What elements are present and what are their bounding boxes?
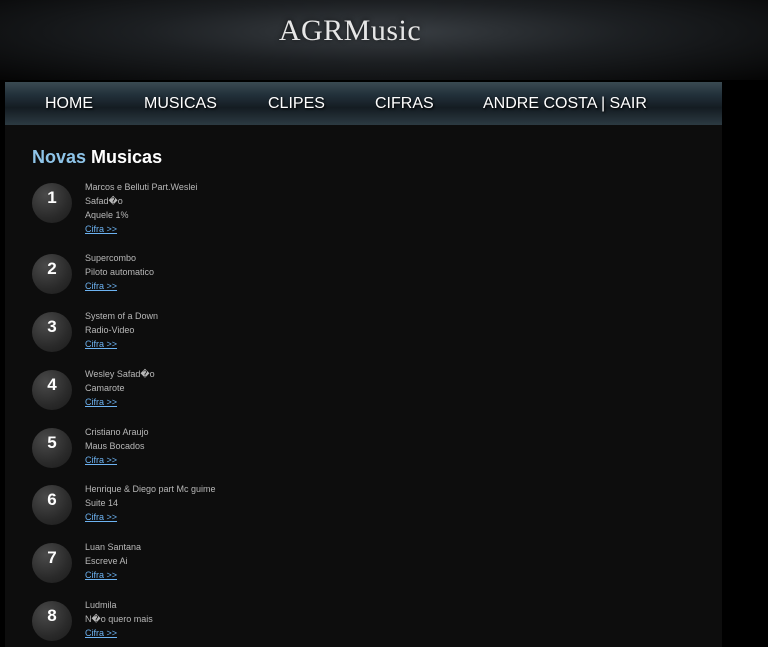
rank-badge: 4 [32, 370, 72, 410]
song-line: Suite 14 [85, 498, 119, 508]
section-title-musicas: Musicas [91, 147, 163, 167]
song-line: Ludmila [85, 600, 117, 610]
song-line: System of a Down [85, 311, 159, 321]
cifra-link[interactable]: Cifra >> [85, 281, 117, 291]
page: AGRMusic HOME MUSICAS CLIPES CIFRAS ANDR… [0, 0, 768, 647]
song-line: Marcos e Belluti Part.Weslei [85, 182, 198, 192]
nav-item-clipes[interactable]: CLIPES [268, 82, 325, 125]
song-line: Wesley Safad�o [85, 369, 155, 379]
song-line: Luan Santana [85, 542, 142, 552]
rank-badge: 7 [32, 543, 72, 583]
cifra-link[interactable]: Cifra >> [85, 512, 117, 522]
section-title: Novas Musicas [32, 147, 162, 168]
nav-item-musicas[interactable]: MUSICAS [144, 82, 217, 125]
site-title[interactable]: AGRMusic [0, 14, 700, 48]
rank-badge: 8 [32, 601, 72, 641]
rank-badge: 6 [32, 485, 72, 525]
cifra-link[interactable]: Cifra >> [85, 339, 117, 349]
main-nav: HOME MUSICAS CLIPES CIFRAS ANDRE COSTA |… [5, 82, 722, 125]
section-title-novas: Novas [32, 147, 87, 167]
song-line: Piloto automatico [85, 267, 155, 277]
song-line: Safad�o [85, 196, 123, 206]
song-line: Maus Bocados [85, 441, 145, 451]
nav-item-account-logout[interactable]: ANDRE COSTA | SAIR [483, 82, 647, 125]
main-content: Novas Musicas 1 Marcos e Belluti Part.We… [5, 125, 722, 647]
cifra-link[interactable]: Cifra >> [85, 224, 117, 234]
song-line: Camarote [85, 383, 125, 393]
rank-badge: 2 [32, 254, 72, 294]
nav-item-cifras[interactable]: CIFRAS [375, 82, 434, 125]
cifra-link[interactable]: Cifra >> [85, 397, 117, 407]
nav-item-home[interactable]: HOME [45, 82, 93, 125]
song-line: Aquele 1% [85, 210, 129, 220]
song-line: Henrique & Diego part Mc guime [85, 484, 216, 494]
cifra-link[interactable]: Cifra >> [85, 570, 117, 580]
rank-badge: 5 [32, 428, 72, 468]
cifra-link[interactable]: Cifra >> [85, 455, 117, 465]
song-line: Escreve Ai [85, 556, 128, 566]
cifra-link[interactable]: Cifra >> [85, 628, 117, 638]
song-line: N�o quero mais [85, 614, 153, 624]
song-line: Radio-Video [85, 325, 135, 335]
song-line: Cristiano Araujo [85, 427, 149, 437]
rank-badge: 1 [32, 183, 72, 223]
song-line: Supercombo [85, 253, 137, 263]
header-banner: AGRMusic [0, 0, 768, 80]
rank-badge: 3 [32, 312, 72, 352]
